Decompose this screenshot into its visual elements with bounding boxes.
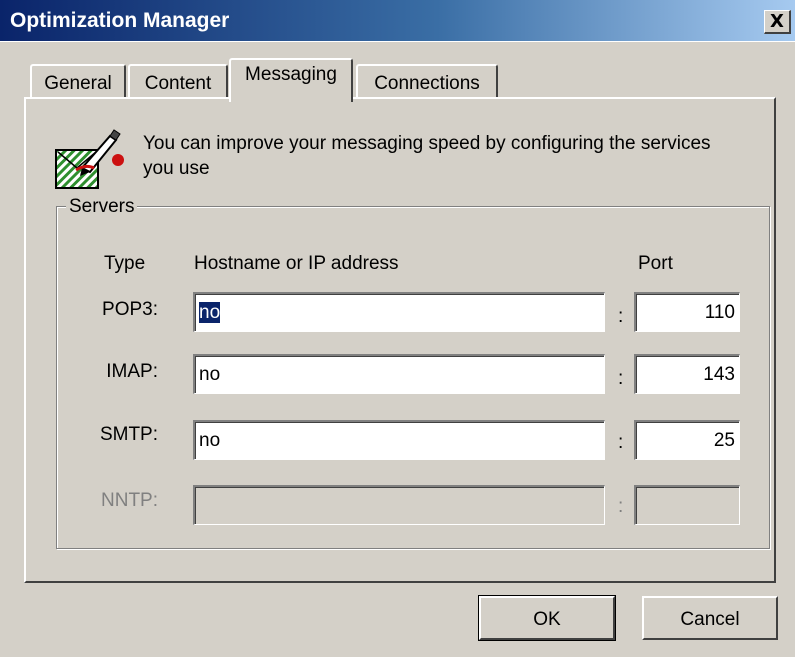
close-icon: X (770, 10, 784, 32)
pop3-label: POP3: (102, 299, 158, 320)
smtp-hostname-value: no (199, 430, 221, 451)
pop3-port-value: 110 (704, 302, 735, 323)
title-bar: Optimization Manager X (0, 0, 795, 42)
pop3-port-input[interactable]: 110 (634, 292, 740, 332)
hostname-column-header: Hostname or IP address (194, 253, 399, 274)
imap-label: IMAP: (106, 361, 158, 382)
ok-button[interactable]: OK (478, 595, 616, 641)
nntp-hostname-input (193, 485, 605, 525)
imap-hostname-value: no (199, 364, 221, 385)
smtp-port-value: 25 (713, 430, 735, 451)
smtp-hostname-input[interactable]: no (193, 420, 605, 460)
nntp-label: NNTP: (101, 490, 158, 511)
pop3-colon: : (618, 306, 624, 327)
smtp-label: SMTP: (99, 424, 158, 445)
type-column-header: Type (104, 253, 146, 274)
window-title: Optimization Manager (10, 9, 230, 32)
smtp-port-input[interactable]: 25 (634, 420, 740, 460)
imap-port-input[interactable]: 143 (634, 354, 740, 394)
edit-envelope-icon (52, 128, 128, 194)
close-button[interactable]: X (764, 10, 791, 34)
cancel-button[interactable]: Cancel (642, 596, 778, 640)
nntp-colon: : (618, 496, 624, 517)
nntp-port-input (634, 485, 740, 525)
tab-connections-label: Connections (374, 73, 480, 94)
info-text: You can improve your messaging speed by … (143, 133, 711, 179)
smtp-colon: : (618, 432, 624, 453)
tab-general-label: General (44, 73, 112, 94)
imap-hostname-input[interactable]: no (193, 354, 605, 394)
tab-content-label: Content (144, 73, 212, 94)
active-tab-joiner (231, 95, 351, 101)
servers-group-label: Servers (66, 196, 138, 218)
pop3-hostname-input[interactable]: no (193, 292, 605, 332)
port-column-header: Port (638, 253, 673, 274)
imap-colon: : (618, 368, 624, 389)
tab-messaging-label: Messaging (245, 64, 337, 85)
pop3-hostname-value: no (199, 302, 221, 323)
imap-port-value: 143 (703, 364, 735, 385)
